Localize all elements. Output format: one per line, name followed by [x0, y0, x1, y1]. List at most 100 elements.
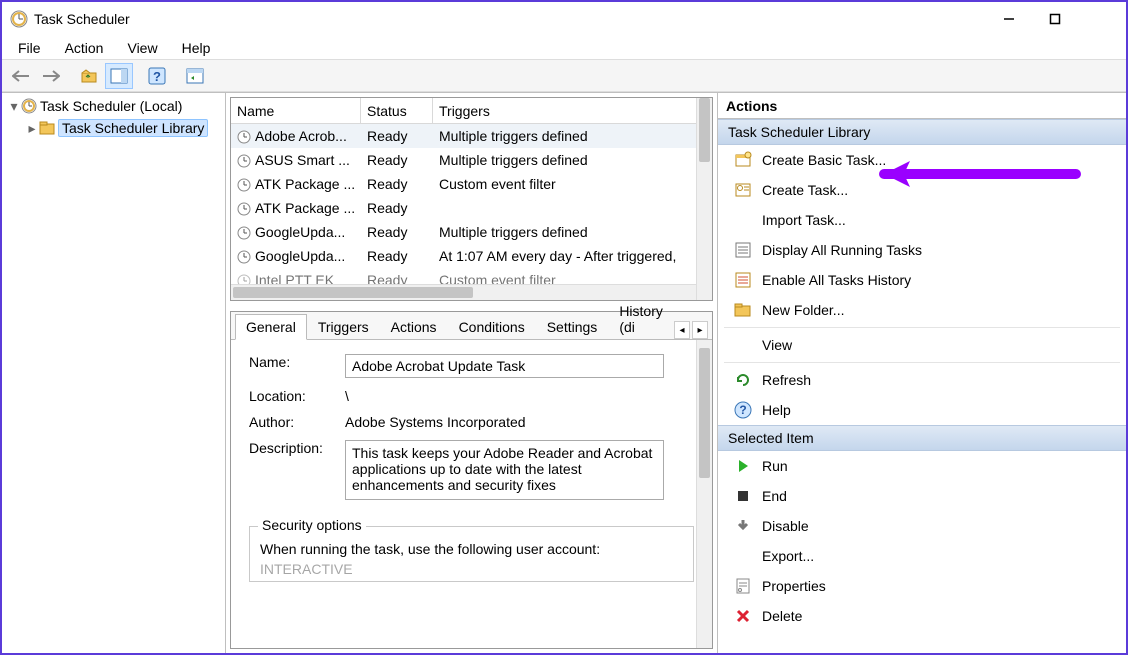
table-row[interactable]: Adobe Acrob... Ready Multiple triggers d…: [231, 124, 712, 148]
blank-icon: [732, 545, 754, 567]
action-create-task[interactable]: Create Task...: [718, 175, 1126, 205]
clock-icon: [237, 250, 251, 264]
value-author: Adobe Systems Incorporated: [345, 414, 526, 430]
minimize-button[interactable]: [986, 2, 1032, 36]
action-delete[interactable]: Delete: [718, 601, 1126, 631]
clock-icon: [237, 226, 251, 240]
menubar: File Action View Help: [2, 36, 1126, 60]
titlebar: Task Scheduler: [2, 2, 1126, 36]
clock-icon: [237, 178, 251, 192]
list-icon: [732, 239, 754, 261]
stop-icon: [732, 485, 754, 507]
action-pane-toggle[interactable]: [105, 63, 133, 89]
tab-actions[interactable]: Actions: [380, 314, 448, 339]
table-row[interactable]: ATK Package ... Ready: [231, 196, 712, 220]
console-tree-toggle[interactable]: [181, 63, 209, 89]
disable-icon: [732, 515, 754, 537]
tree-root[interactable]: ▾ Task Scheduler (Local): [4, 95, 223, 117]
actions-body: Task Scheduler Library Create Basic Task…: [718, 119, 1126, 653]
table-row[interactable]: ATK Package ... Ready Custom event filte…: [231, 172, 712, 196]
menu-file[interactable]: File: [6, 38, 53, 58]
blank-icon: [732, 209, 754, 231]
label-location: Location:: [249, 388, 345, 404]
vscrollbar[interactable]: [696, 340, 712, 648]
security-text: When running the task, use the following…: [260, 541, 683, 557]
table-body: Adobe Acrob... Ready Multiple triggers d…: [231, 124, 712, 300]
action-create-basic-task[interactable]: Create Basic Task...: [718, 145, 1126, 175]
help-button[interactable]: ?: [143, 63, 171, 89]
action-view[interactable]: View: [718, 330, 1126, 360]
middle-pane: Name Status Triggers Adobe Acrob... Read…: [226, 92, 718, 653]
window-title: Task Scheduler: [34, 11, 130, 27]
window-controls: [986, 2, 1124, 36]
task-desc-field[interactable]: [345, 440, 664, 500]
tree-library-label: Task Scheduler Library: [58, 119, 208, 137]
scheduler-icon: [20, 97, 38, 115]
actions-pane: Actions Task Scheduler Library Create Ba…: [718, 92, 1126, 653]
workspace: ▾ Task Scheduler (Local) ▸ Task Schedule…: [2, 92, 1126, 653]
table-row[interactable]: GoogleUpda... Ready At 1:07 AM every day…: [231, 244, 712, 268]
folder-icon: [732, 299, 754, 321]
clock-icon: [237, 130, 251, 144]
menu-view[interactable]: View: [115, 38, 169, 58]
action-properties[interactable]: Properties: [718, 571, 1126, 601]
task-icon: [732, 179, 754, 201]
tab-general[interactable]: General: [235, 314, 307, 340]
security-account: INTERACTIVE: [260, 561, 683, 577]
svg-text:?: ?: [739, 403, 746, 417]
table-row[interactable]: GoogleUpda... Ready Multiple triggers de…: [231, 220, 712, 244]
table-row[interactable]: ASUS Smart ... Ready Multiple triggers d…: [231, 148, 712, 172]
properties-icon: [732, 575, 754, 597]
task-name-field[interactable]: [345, 354, 664, 378]
section-selected: Selected Item: [718, 425, 1126, 451]
tree-root-label: Task Scheduler (Local): [40, 98, 182, 114]
clock-icon: [237, 154, 251, 168]
action-run[interactable]: Run: [718, 451, 1126, 481]
action-export[interactable]: Export...: [718, 541, 1126, 571]
menu-help[interactable]: Help: [170, 38, 223, 58]
expand-icon[interactable]: ▾: [8, 98, 20, 115]
col-name[interactable]: Name: [231, 98, 361, 123]
actions-header: Actions: [718, 93, 1126, 119]
expand-icon[interactable]: ▸: [26, 120, 38, 137]
task-details: General Triggers Actions Conditions Sett…: [230, 311, 713, 649]
help-icon: ?: [732, 399, 754, 421]
back-button[interactable]: [7, 63, 35, 89]
tree-library[interactable]: ▸ Task Scheduler Library: [4, 117, 223, 139]
tab-left-arrow[interactable]: ◂: [674, 321, 690, 339]
tab-triggers[interactable]: Triggers: [307, 314, 380, 339]
toolbar: ?: [2, 60, 1126, 92]
col-triggers[interactable]: Triggers: [433, 98, 712, 123]
wizard-icon: [732, 149, 754, 171]
action-end[interactable]: End: [718, 481, 1126, 511]
action-help[interactable]: ? Help: [718, 395, 1126, 425]
blank-icon: [732, 334, 754, 356]
tab-right-arrow[interactable]: ▸: [692, 321, 708, 339]
maximize-button[interactable]: [1032, 2, 1078, 36]
action-new-folder[interactable]: New Folder...: [718, 295, 1126, 325]
task-table: Name Status Triggers Adobe Acrob... Read…: [230, 97, 713, 301]
section-library: Task Scheduler Library: [718, 119, 1126, 145]
tab-history[interactable]: History (di: [608, 298, 674, 339]
forward-button[interactable]: [37, 63, 65, 89]
refresh-icon: [732, 369, 754, 391]
action-enable-history[interactable]: Enable All Tasks History: [718, 265, 1126, 295]
value-location: \: [345, 388, 349, 404]
label-author: Author:: [249, 414, 345, 430]
details-body: Name: Location: \ Author: Adobe Systems …: [231, 340, 712, 648]
security-options-group: Security options When running the task, …: [249, 526, 694, 582]
label-description: Description:: [249, 440, 345, 500]
col-status[interactable]: Status: [361, 98, 433, 123]
svg-text:?: ?: [153, 69, 161, 84]
action-refresh[interactable]: Refresh: [718, 365, 1126, 395]
app-icon: [10, 10, 28, 28]
up-folder-button[interactable]: [75, 63, 103, 89]
action-disable[interactable]: Disable: [718, 511, 1126, 541]
tab-conditions[interactable]: Conditions: [448, 314, 536, 339]
menu-action[interactable]: Action: [53, 38, 116, 58]
vscrollbar[interactable]: [696, 98, 712, 300]
label-name: Name:: [249, 354, 345, 378]
action-display-running[interactable]: Display All Running Tasks: [718, 235, 1126, 265]
tab-settings[interactable]: Settings: [536, 314, 609, 339]
action-import-task[interactable]: Import Task...: [718, 205, 1126, 235]
